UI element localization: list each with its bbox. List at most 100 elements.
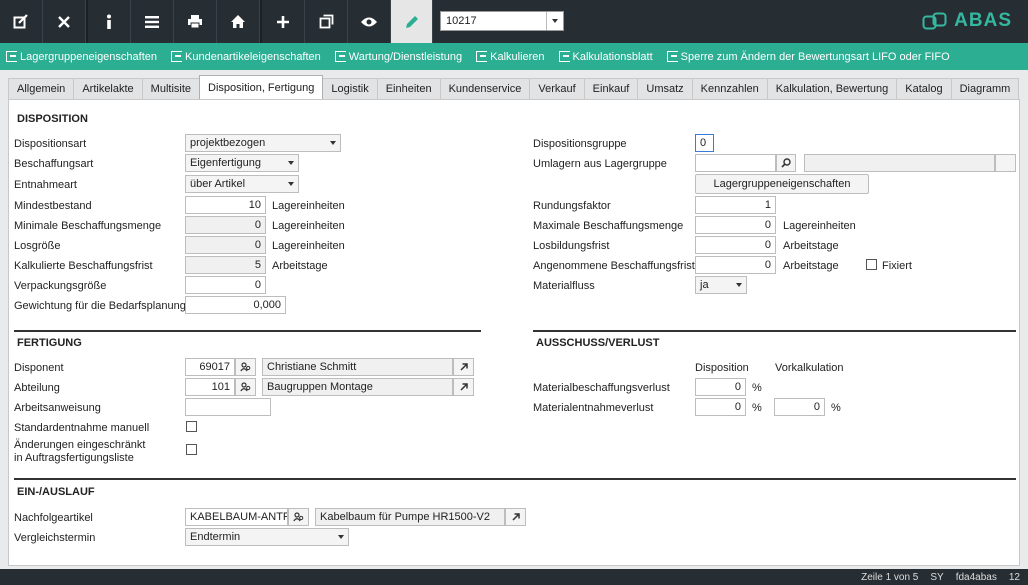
action-wartung[interactable]: Wartung/Dienstleistung: [334, 51, 462, 63]
action-kalkulationsblatt[interactable]: Kalkulationsblatt: [558, 50, 653, 63]
print-icon[interactable]: [174, 0, 217, 43]
action-sperre[interactable]: Sperre zum Ändern der Bewertungsart LIFO…: [666, 51, 950, 63]
standardentnahme-checkbox[interactable]: [186, 421, 197, 432]
fixiert-checkbox[interactable]: [866, 259, 877, 270]
entnahmeart-label: Entnahmeart: [14, 179, 77, 191]
search-icon[interactable]: [776, 154, 796, 172]
person-search-icon[interactable]: [235, 378, 256, 396]
pencil-icon[interactable]: [391, 0, 433, 43]
person-search-icon[interactable]: [235, 358, 256, 376]
tab-kundenservice[interactable]: Kundenservice: [439, 78, 531, 99]
status-page: Zeile 1 von 5: [861, 571, 919, 583]
dispositionsart-label: Dispositionsart: [14, 138, 87, 150]
maximale-beschaffungsmenge-field[interactable]: 0: [695, 216, 776, 234]
vergleichstermin-label: Vergleichstermin: [14, 532, 96, 544]
tab-einheiten[interactable]: Einheiten: [376, 78, 441, 99]
chevron-down-icon: [732, 283, 746, 287]
tab-verkauf[interactable]: Verkauf: [529, 78, 585, 99]
rundungsfaktor-field[interactable]: 1: [695, 196, 776, 214]
tab-disposition-fertigung[interactable]: Disposition, Fertigung: [199, 75, 324, 99]
action-lagergruppeneigenschaften[interactable]: Lagergruppeneigenschaften: [6, 51, 157, 63]
aenderungen-label-line1: Änderungen eingeschränkt: [14, 439, 146, 451]
arbeitsanweisung-label: Arbeitsanweisung: [14, 402, 101, 414]
record-number-select[interactable]: 10217: [440, 11, 564, 31]
umlagern-description-field: [804, 154, 995, 172]
menu-icon[interactable]: [131, 0, 174, 43]
action-icon: [171, 51, 183, 62]
materialentnahmeverlust-disposition-field[interactable]: 0: [695, 398, 746, 416]
nachfolgeartikel-description-field: Kabelbaum für Pumpe HR1500-V2: [315, 508, 505, 526]
open-link-icon[interactable]: [453, 378, 474, 396]
unit-label: Lagereinheiten: [272, 220, 345, 232]
open-link-icon[interactable]: [453, 358, 474, 376]
tab-multisite[interactable]: Multisite: [141, 78, 201, 99]
aenderungen-checkbox[interactable]: [186, 444, 197, 455]
copy-icon[interactable]: [305, 0, 348, 43]
losgroesse-field: 0: [185, 236, 266, 254]
abteilung-name-field: Baugruppen Montage: [262, 378, 453, 396]
gewichtung-field[interactable]: 0,000: [185, 296, 286, 314]
tab-einkauf[interactable]: Einkauf: [583, 78, 639, 99]
standardentnahme-label: Standardentnahme manuell: [14, 422, 150, 434]
disponent-id-field[interactable]: 69017: [185, 358, 235, 376]
disponent-label: Disponent: [14, 362, 64, 374]
tab-katalog[interactable]: Katalog: [896, 78, 952, 99]
tab-allgemein[interactable]: Allgemein: [8, 78, 75, 99]
person-search-icon[interactable]: [288, 508, 309, 526]
materialfluss-select[interactable]: ja: [695, 276, 747, 294]
materialbeschaffungsverlust-field[interactable]: 0: [695, 378, 746, 396]
status-lang: SY: [930, 571, 944, 583]
action-kundenartikeleigenschaften[interactable]: Kundenartikeleigenschaften: [171, 51, 321, 63]
materialentnahmeverlust-vorkalkulation-field[interactable]: 0: [774, 398, 825, 416]
open-link-icon[interactable]: [505, 508, 526, 526]
nachfolgeartikel-label: Nachfolgeartikel: [14, 512, 93, 524]
tab-artikelakte[interactable]: Artikelakte: [73, 78, 143, 99]
angenommene-beschaffungsfrist-label: Angenommene Beschaffungsfrist: [533, 260, 695, 272]
tab-kennzahlen[interactable]: Kennzahlen: [691, 78, 768, 99]
section-divider: [14, 478, 1016, 480]
edit-icon[interactable]: [0, 0, 43, 43]
abteilung-id-field[interactable]: 101: [185, 378, 235, 396]
action-icon: [558, 51, 570, 62]
percent-label: %: [831, 402, 841, 414]
mindestbestand-field[interactable]: 10: [185, 196, 266, 214]
action-label: Kalkulationsblatt: [572, 50, 653, 63]
beschaffungsart-select[interactable]: Eigenfertigung: [185, 154, 299, 172]
dispositionsart-value: projektbezogen: [190, 137, 266, 149]
dispositionsgruppe-label: Dispositionsgruppe: [533, 138, 627, 150]
tab-diagramm[interactable]: Diagramm: [950, 78, 1020, 99]
section-divider: [533, 330, 1016, 332]
view-icon[interactable]: [348, 0, 391, 43]
entnahmeart-select[interactable]: über Artikel: [185, 175, 299, 193]
info-icon[interactable]: [88, 0, 131, 43]
vergleichstermin-select[interactable]: Endtermin: [185, 528, 349, 546]
tab-logistik[interactable]: Logistik: [322, 78, 378, 99]
tab-umsatz[interactable]: Umsatz: [637, 78, 693, 99]
kalkulierte-beschaffungsfrist-field: 5: [185, 256, 266, 274]
logo-icon: [922, 12, 947, 30]
aenderungen-label-line2: in Auftragsfertigungsliste: [14, 452, 134, 464]
action-label: Lagergruppeneigenschaften: [20, 50, 158, 63]
action-kalkulieren[interactable]: Kalkulieren: [476, 51, 545, 63]
angenommene-beschaffungsfrist-field[interactable]: 0: [695, 256, 776, 274]
nachfolgeartikel-field[interactable]: KABELBAUM-ANTRIE: [185, 508, 288, 526]
section-title-einauslauf: EIN-/AUSLAUF: [17, 486, 95, 498]
minimale-beschaffungsmenge-field: 0: [185, 216, 266, 234]
section-divider: [14, 330, 481, 332]
chevron-down-icon: [284, 182, 298, 186]
umlagern-open-button[interactable]: [995, 154, 1016, 172]
chevron-down-icon[interactable]: [546, 12, 563, 30]
verpackungsgroesse-field[interactable]: 0: [185, 276, 266, 294]
umlagern-field[interactable]: [695, 154, 776, 172]
materialbeschaffungsverlust-label: Materialbeschaffungsverlust: [533, 382, 670, 394]
status-num: 12: [1008, 571, 1020, 583]
dispositionsart-select[interactable]: projektbezogen: [185, 134, 341, 152]
lagergruppeneigenschaften-button[interactable]: Lagergruppeneigenschaften: [695, 174, 869, 194]
add-icon[interactable]: [262, 0, 305, 43]
arbeitsanweisung-field[interactable]: [185, 398, 271, 416]
tab-kalkulation-bewertung[interactable]: Kalkulation, Bewertung: [766, 78, 898, 99]
losbildungsfrist-field[interactable]: 0: [695, 236, 776, 254]
home-icon[interactable]: [217, 0, 260, 43]
dispositionsgruppe-field[interactable]: 0: [695, 134, 714, 152]
close-icon[interactable]: [43, 0, 86, 43]
